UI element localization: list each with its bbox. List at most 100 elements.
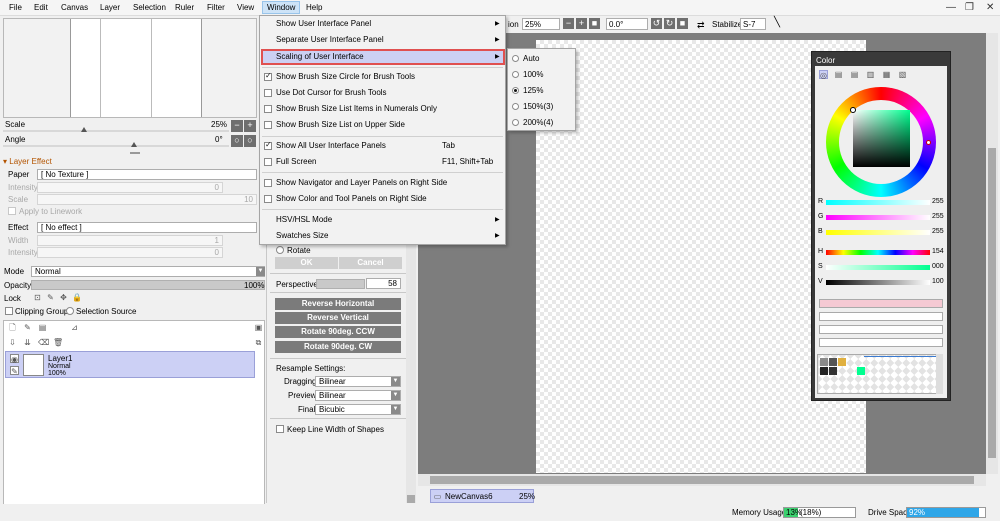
canvas-horizontal-scrollbar[interactable] xyxy=(418,474,986,486)
menu-window[interactable]: Window xyxy=(262,1,301,14)
zoom-reset-button[interactable]: ■ xyxy=(589,18,600,29)
scratchpad-tab-icon[interactable]: ▧ xyxy=(898,70,907,79)
hue-picker-handle[interactable] xyxy=(926,140,931,145)
layer-fill-icon[interactable]: ⊿ xyxy=(70,323,79,332)
layer-row[interactable]: ◉ ✎ Layer1 Normal 100% xyxy=(5,351,255,378)
scale-plus-button[interactable]: + xyxy=(244,120,256,132)
value-slider[interactable] xyxy=(826,280,930,285)
chevron-down-icon[interactable]: ▼ xyxy=(391,405,400,414)
dot-cursor-checkbox[interactable] xyxy=(264,89,272,97)
saturation-value-square[interactable] xyxy=(853,110,910,167)
dragging-select[interactable]: Bilinear xyxy=(315,376,401,387)
perspective-slider[interactable] xyxy=(316,279,365,289)
menu-selection[interactable]: Selection xyxy=(133,3,166,12)
brush-numerals-checkbox[interactable] xyxy=(264,105,272,113)
lock-paint-icon[interactable]: ✎ xyxy=(46,293,55,302)
new-linework-layer-icon[interactable]: ✎ xyxy=(23,323,32,332)
swatches-grid[interactable] xyxy=(817,354,943,394)
close-icon[interactable]: ✕ xyxy=(986,2,994,13)
angle-reset-button[interactable]: ○ xyxy=(231,135,243,147)
cancel-button[interactable]: Cancel xyxy=(339,257,402,269)
rotate-ccw-90-button[interactable]: Rotate 90deg. CCW xyxy=(275,326,401,338)
color-mixer-bar[interactable] xyxy=(819,312,943,321)
scale-option-100[interactable]: 100% xyxy=(523,70,543,79)
rotate-ccw-button[interactable]: ↺ xyxy=(651,18,662,29)
menu-item-scaling-ui[interactable]: Scaling of User Interface xyxy=(276,52,364,61)
chevron-down-icon[interactable]: ▼ xyxy=(391,377,400,386)
color-wheel-tab-icon[interactable]: ◎ xyxy=(819,70,828,80)
rotate-cw-button[interactable]: ↻ xyxy=(664,18,675,29)
color-tool-right-checkbox[interactable] xyxy=(264,195,272,203)
menu-view[interactable]: View xyxy=(237,3,254,12)
hue-value[interactable]: 154 xyxy=(932,248,944,255)
swatch[interactable] xyxy=(838,358,846,366)
brush-circle-checkbox[interactable] xyxy=(264,71,272,81)
layer-edit-pencil-icon[interactable]: ✎ xyxy=(10,366,19,376)
horizontal-scroll-thumb[interactable] xyxy=(430,476,974,484)
canvas-vertical-scrollbar[interactable] xyxy=(986,33,998,474)
clear-layer-icon[interactable]: ⌫ xyxy=(38,338,49,347)
opacity-slider[interactable] xyxy=(31,280,265,290)
effect-select[interactable]: [ No effect ] xyxy=(37,222,257,233)
reverse-vertical-button[interactable]: Reverse Vertical xyxy=(275,312,401,324)
menu-item-brush-list-upper[interactable]: Show Brush Size List on Upper Side xyxy=(276,120,405,129)
stabilizer-select[interactable]: S-7 xyxy=(740,18,766,30)
effect-intensity-field[interactable]: 0 xyxy=(37,247,223,258)
lock-move-icon[interactable]: ✥ xyxy=(59,293,68,302)
rgb-sliders-tab-icon[interactable]: ▤ xyxy=(834,70,843,79)
angle-select[interactable]: 0.0° xyxy=(606,18,648,30)
panel-splitter[interactable] xyxy=(130,152,140,154)
scale-125-radio[interactable] xyxy=(512,87,519,94)
delete-layer-icon[interactable]: 🗑 xyxy=(53,338,63,347)
flip-icon[interactable]: ⇄ xyxy=(697,20,705,31)
canvas-tab[interactable]: ▭ NewCanvas6 25% xyxy=(430,489,535,503)
scale-auto-radio[interactable] xyxy=(512,55,519,62)
menu-ruler[interactable]: Ruler xyxy=(175,3,194,12)
menu-file[interactable]: File xyxy=(9,3,22,12)
menu-help[interactable]: Help xyxy=(306,3,322,12)
menu-item-nav-layer-right[interactable]: Show Navigator and Layer Panels on Right… xyxy=(276,178,447,187)
layer-visibility-eye-icon[interactable]: ◉ xyxy=(10,354,19,364)
scale-option-200[interactable]: 200%(4) xyxy=(523,118,553,127)
final-select[interactable]: Bicubic xyxy=(315,404,401,415)
swatch[interactable] xyxy=(857,367,865,375)
layer-duplicate-icon[interactable]: ⧉ xyxy=(254,338,263,347)
rotate-reset-button[interactable]: ■ xyxy=(677,18,688,29)
zoom-out-button[interactable]: − xyxy=(563,18,574,29)
blue-slider[interactable] xyxy=(826,230,930,235)
menu-item-hsv-hsl-mode[interactable]: HSV/HSL Mode xyxy=(276,215,332,224)
paper-scale-field[interactable]: 10 xyxy=(37,194,257,205)
swatches-tab-icon[interactable]: ▦ xyxy=(882,70,891,79)
menu-item-show-ui-panel[interactable]: Show User Interface Panel xyxy=(276,19,371,28)
scale-200-radio[interactable] xyxy=(512,119,519,126)
reverse-horizontal-button[interactable]: Reverse Horizontal xyxy=(275,298,401,310)
minimize-icon[interactable]: — xyxy=(946,2,956,13)
vertical-scroll-thumb[interactable] xyxy=(988,148,996,458)
scale-minus-button[interactable]: − xyxy=(231,120,243,132)
blend-mode-select[interactable]: Normal xyxy=(31,266,265,277)
scale-slider-thumb[interactable] xyxy=(81,127,87,132)
angle-rotate-button[interactable]: ○ xyxy=(244,135,256,147)
color-mixer-bar[interactable] xyxy=(819,299,943,308)
layer-panel-menu-icon[interactable]: ▣ xyxy=(254,323,263,332)
show-all-panels-checkbox[interactable] xyxy=(264,140,272,150)
swatch[interactable] xyxy=(829,367,837,375)
hsv-sliders-tab-icon[interactable]: ▤ xyxy=(850,70,859,79)
apply-linework-checkbox[interactable] xyxy=(8,207,16,215)
brush-list-upper-checkbox[interactable] xyxy=(264,121,272,129)
rotate-cw-90-button[interactable]: Rotate 90deg. CW xyxy=(275,341,401,353)
perspective-field[interactable]: 58 xyxy=(366,278,401,289)
transfer-down-icon[interactable]: ⇩ xyxy=(8,338,17,347)
restore-icon[interactable]: ❐ xyxy=(965,2,974,13)
green-slider[interactable] xyxy=(826,215,930,220)
line-tool-icon[interactable]: ╲ xyxy=(774,17,780,28)
new-folder-icon[interactable]: ▤ xyxy=(38,323,47,332)
value-value[interactable]: 100 xyxy=(932,278,944,285)
menu-item-swatches-size[interactable]: Swatches Size xyxy=(276,231,328,240)
lock-all-icon[interactable]: 🔒 xyxy=(72,293,82,302)
lock-transparency-icon[interactable]: ⊡ xyxy=(33,293,42,302)
menu-item-show-all-panels[interactable]: Show All User Interface Panels xyxy=(276,141,386,150)
swatch[interactable] xyxy=(820,358,828,366)
scroll-arrow-icon[interactable] xyxy=(407,495,415,503)
menu-canvas[interactable]: Canvas xyxy=(61,3,88,12)
